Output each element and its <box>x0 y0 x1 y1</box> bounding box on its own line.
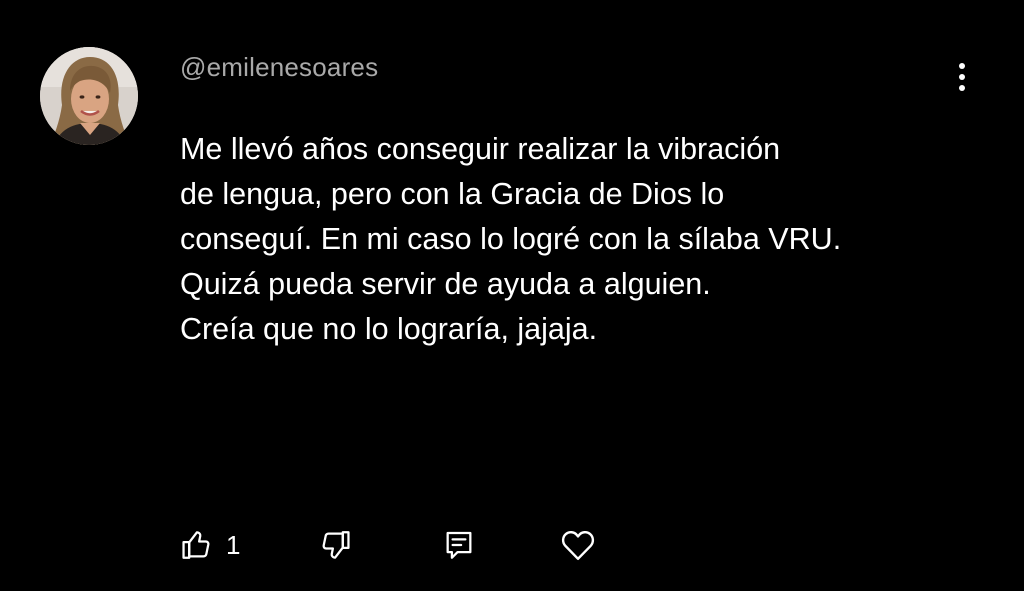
comment-author[interactable]: @emilenesoares <box>180 52 378 82</box>
like-button[interactable]: 1 <box>180 523 240 567</box>
comment-line: Creía que no lo lograría, jajaja. <box>180 312 598 346</box>
avatar-photo <box>40 47 138 145</box>
avatar[interactable] <box>40 47 138 145</box>
heart-button[interactable] <box>560 523 596 567</box>
comment-card: @emilenesoares Me llevó años conseguir r… <box>0 0 1024 591</box>
more-options-button[interactable] <box>944 56 980 98</box>
reply-comment-icon <box>446 531 472 559</box>
comment-line: Quizá pueda servir de ayuda a alguien. <box>180 267 711 301</box>
more-vertical-icon <box>959 63 965 91</box>
comment-line: conseguí. En mi caso lo logré con la síl… <box>180 222 842 256</box>
thumbs-up-icon <box>182 531 210 559</box>
heart-icon <box>561 531 595 560</box>
like-count: 1 <box>226 530 241 560</box>
thumbs-down-icon <box>322 531 350 559</box>
comment-actions: 1 <box>180 523 640 567</box>
comment-line: de lengua, pero con la Gracia de Dios lo <box>180 177 725 211</box>
comment-text: Me llevó años conseguir realizar la vibr… <box>180 127 1000 352</box>
reply-button[interactable] <box>442 523 476 567</box>
dislike-button[interactable] <box>318 523 352 567</box>
comment-line: Me llevó años conseguir realizar la vibr… <box>180 132 781 166</box>
